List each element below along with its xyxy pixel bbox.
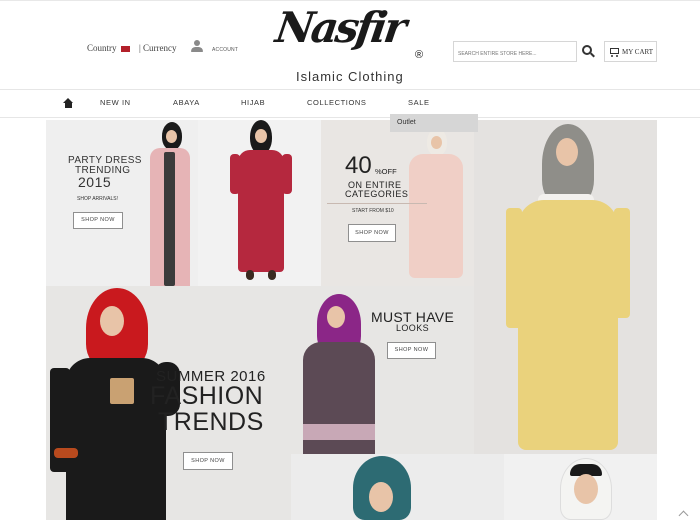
must-line2: LOOKS (396, 323, 430, 333)
summer-shop-button[interactable]: SHOP NOW (183, 452, 233, 470)
search-box (453, 41, 577, 64)
currency-selector[interactable]: | Currency (139, 43, 177, 53)
must-shop-button[interactable]: SHOP NOW (387, 342, 436, 359)
party-line3: 2015 (78, 174, 112, 190)
banner-must-have[interactable]: MUST HAVE LOOKS SHOP NOW (291, 286, 474, 454)
registered-mark: ® (415, 49, 424, 61)
banner-yellow-dress[interactable] (474, 120, 657, 454)
offer-sub: START FROM $10 (352, 208, 394, 214)
offer-shop-button[interactable]: SHOP NOW (348, 224, 396, 242)
search-input[interactable] (454, 44, 576, 64)
country-selector[interactable]: Country (87, 43, 130, 53)
offer-line2: CATEGORIES (345, 189, 409, 199)
brand-tagline: Islamic Clothing (296, 69, 404, 84)
model-figure (399, 128, 471, 286)
nav-item-collections[interactable]: COLLECTIONS (307, 98, 367, 107)
banner-teal-hijab[interactable] (291, 454, 504, 520)
nav-item-sale[interactable]: SALE (408, 98, 430, 107)
model-figure (498, 124, 648, 454)
offer-suffix: %OFF (375, 167, 397, 176)
site-logo[interactable]: Nasfir ® Islamic Clothing (272, 3, 436, 87)
banner-summer-trends[interactable]: SUMMER 2016 FASHION TRENDS SHOP NOW (46, 286, 291, 520)
brand-name: Nasfir (272, 3, 407, 52)
dropdown-item-outlet[interactable]: Outlet (397, 119, 416, 126)
banner-discount[interactable]: 40 %OFF ON ENTIRE CATEGORIES START FROM … (321, 120, 474, 286)
offer-number: 40 (345, 152, 372, 179)
account-label: ACCOUNT (212, 47, 239, 53)
party-sub: SHOP ARRIVALS! (77, 196, 118, 202)
cart-label: MY CART (622, 48, 654, 56)
model-figure (347, 456, 417, 520)
model-figure (144, 122, 194, 286)
model-figure (556, 458, 616, 520)
user-icon (190, 40, 204, 54)
summer-line2: FASHION (150, 382, 264, 410)
search-button[interactable] (577, 41, 599, 62)
model-figure (228, 120, 294, 286)
site-header: Country | Currency ACCOUNT Nasfir ® Isla… (0, 0, 700, 89)
banner-white-hijab[interactable] (504, 454, 657, 520)
model-figure (297, 294, 381, 454)
sale-dropdown: Outlet (390, 114, 478, 132)
flag-icon (120, 45, 130, 52)
nav-item-abaya[interactable]: ABAYA (173, 98, 200, 107)
party-shop-button[interactable]: SHOP NOW (73, 212, 123, 229)
main-nav: NEW IN ABAYA HIJAB COLLECTIONS SALE (0, 89, 700, 118)
offer-divider (327, 203, 427, 204)
home-icon[interactable] (63, 98, 74, 108)
cart-icon (610, 48, 619, 57)
cart-button[interactable]: MY CART (604, 41, 657, 62)
country-label: Country (87, 43, 117, 53)
banner-red-dress[interactable] (198, 120, 321, 286)
summer-line3: TRENDS (158, 408, 264, 436)
nav-item-new-in[interactable]: NEW IN (100, 98, 131, 107)
scroll-up-icon[interactable] (678, 510, 689, 520)
nav-item-hijab[interactable]: HIJAB (241, 98, 265, 107)
banner-party-dress[interactable]: PARTY DRESS TRENDING 2015 SHOP ARRIVALS!… (46, 120, 198, 286)
